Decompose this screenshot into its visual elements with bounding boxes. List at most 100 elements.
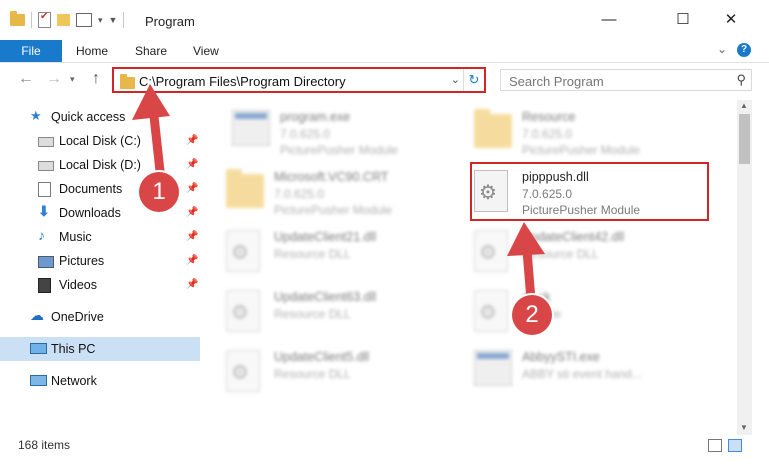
file-detail: Resource DLL [274, 307, 351, 321]
exe-icon [232, 110, 272, 156]
sidebar-item-quick-access[interactable]: ★ Quick access [0, 105, 200, 129]
pin-icon[interactable]: 📌 [186, 231, 198, 242]
help-icon[interactable]: ? [737, 43, 751, 57]
file-item[interactable]: UpdateClient21.dll Resource DLL [226, 226, 466, 282]
exe-icon [474, 350, 514, 396]
file-detail: PicturePusher Module [522, 143, 641, 157]
file-name: program.exe [280, 110, 351, 124]
refresh-icon[interactable]: ↻ [463, 69, 484, 91]
tiles-view-icon[interactable] [728, 439, 742, 452]
file-item[interactable]: UpdateClient5.dll Resource DLL [226, 346, 466, 402]
file-item[interactable]: UpdateClient63.dll Resource DLL [226, 286, 466, 342]
file-item[interactable]: AbbyySTI.exe ABBY sti event hand... [474, 346, 714, 402]
item-count: 168 items [18, 438, 71, 452]
pin-icon[interactable]: 📌 [186, 183, 198, 194]
drive-icon [38, 161, 54, 171]
folder-icon [120, 74, 135, 89]
search-input[interactable] [507, 71, 721, 91]
quick-access-toolbar: ▾ ▼ [10, 11, 125, 28]
cloud-icon: ☁ [30, 307, 44, 323]
view-icon[interactable] [76, 13, 92, 27]
chevron-down-icon[interactable]: ⌄ [451, 73, 460, 86]
new-folder-icon[interactable] [57, 14, 70, 26]
scroll-up-icon[interactable]: ▲ [740, 101, 748, 110]
sidebar-item-local-disk-d[interactable]: Local Disk (D:) 📌 [0, 153, 200, 177]
sidebar-item-label: Local Disk (C:) [59, 134, 141, 148]
expand-ribbon-icon[interactable]: ⌄ [717, 42, 727, 56]
address-path[interactable]: C:\Program Files\Program Directory [139, 74, 346, 89]
pin-icon[interactable]: 📌 [186, 279, 198, 290]
computer-icon [30, 343, 47, 354]
file-detail: PicturePusher Module [280, 143, 399, 157]
file-item[interactable]: dll.ck CK File [474, 286, 714, 342]
tab-view[interactable]: View [193, 44, 219, 58]
up-arrow-icon[interactable]: ↑ [92, 70, 100, 88]
pictures-icon [38, 256, 54, 268]
file-item[interactable]: program.exe 7.0.625.0 PicturePusher Modu… [232, 106, 472, 162]
file-name: Resource [522, 110, 576, 124]
file-detail: Resource DLL [522, 247, 599, 261]
sidebar-item-network[interactable]: Network [0, 369, 200, 393]
sidebar-item-label: Pictures [59, 254, 105, 268]
dll-icon [226, 290, 266, 336]
minimize-button[interactable]: — [586, 0, 632, 40]
vertical-scrollbar[interactable]: ▲ ▼ [737, 100, 752, 435]
file-name: AbbyySTI.exe [522, 350, 600, 364]
navigation-pane: ★ Quick access Local Disk (C:) 📌 Local D… [0, 100, 200, 435]
address-bar[interactable]: C:\Program Files\Program Directory ⌄ ↻ [112, 67, 486, 93]
sidebar-item-videos[interactable]: Videos 📌 [0, 273, 200, 297]
tab-home[interactable]: Home [76, 44, 108, 58]
scroll-down-icon[interactable]: ▼ [740, 423, 748, 432]
sidebar-item-label: Music [59, 230, 92, 244]
sidebar-item-this-pc[interactable]: This PC [0, 337, 200, 361]
music-icon: ♪ [38, 227, 45, 243]
file-tab[interactable]: File [0, 40, 62, 62]
file-detail: 7.0.625.0 [274, 187, 325, 201]
file-name: UpdateClient21.dll [274, 230, 377, 244]
file-detail: ABBY sti event hand... [522, 367, 642, 381]
file-name: UpdateClient5.dll [274, 350, 370, 364]
sidebar-item-label: Documents [59, 182, 123, 196]
sidebar-item-music[interactable]: ♪ Music 📌 [0, 225, 200, 249]
dll-icon [226, 230, 266, 276]
search-box[interactable]: ⚲ [500, 69, 752, 91]
sidebar-item-onedrive[interactable]: ☁ OneDrive [0, 305, 200, 329]
forward-arrow-icon[interactable]: → [46, 70, 62, 88]
pin-icon[interactable]: 📌 [186, 159, 198, 170]
file-detail: PicturePusher Module [274, 203, 393, 217]
sidebar-item-local-disk-c[interactable]: Local Disk (C:) 📌 [0, 129, 200, 153]
scroll-thumb[interactable] [739, 114, 750, 164]
step-badge-2: 2 [512, 295, 552, 335]
file-item[interactable]: UpdateClient42.dll Resource DLL [474, 226, 714, 282]
search-icon[interactable]: ⚲ [736, 72, 746, 88]
recent-locations-icon[interactable]: ▾ [70, 74, 75, 85]
maximize-button[interactable]: ☐ [660, 0, 706, 40]
drive-icon [38, 137, 54, 147]
dll-icon [474, 230, 514, 276]
folder-icon [10, 11, 25, 26]
details-view-icon[interactable] [708, 439, 722, 452]
file-detail: Resource DLL [274, 367, 351, 381]
step-badge-1: 1 [139, 172, 179, 212]
highlight-box [470, 162, 709, 221]
tab-share[interactable]: Share [135, 44, 167, 58]
chevron-down-icon[interactable]: ▾ [98, 15, 103, 26]
folder-item[interactable]: Microsoft.VC90.CRT 7.0.625.0 PicturePush… [226, 166, 466, 222]
toolbar-divider [123, 12, 125, 28]
window-bottom [0, 456, 769, 473]
pin-icon[interactable]: 📌 [186, 207, 198, 218]
properties-icon[interactable] [38, 11, 51, 28]
sidebar-item-label: Quick access [51, 110, 126, 124]
file-list: program.exe 7.0.625.0 PicturePusher Modu… [202, 100, 736, 435]
close-button[interactable]: ✕ [708, 0, 754, 40]
sidebar-item-pictures[interactable]: Pictures 📌 [0, 249, 200, 273]
folder-item[interactable]: Resource 7.0.625.0 PicturePusher Module [474, 106, 714, 162]
sidebar-item-label: Local Disk (D:) [59, 158, 141, 172]
pin-icon[interactable]: 📌 [186, 135, 198, 146]
customize-toolbar-icon[interactable]: ▼ [109, 15, 118, 25]
folder-icon [474, 109, 514, 156]
download-icon: ⬇ [38, 203, 50, 219]
pin-icon[interactable]: 📌 [186, 255, 198, 266]
back-arrow-icon[interactable]: ← [18, 70, 34, 88]
dll-icon [226, 350, 266, 396]
